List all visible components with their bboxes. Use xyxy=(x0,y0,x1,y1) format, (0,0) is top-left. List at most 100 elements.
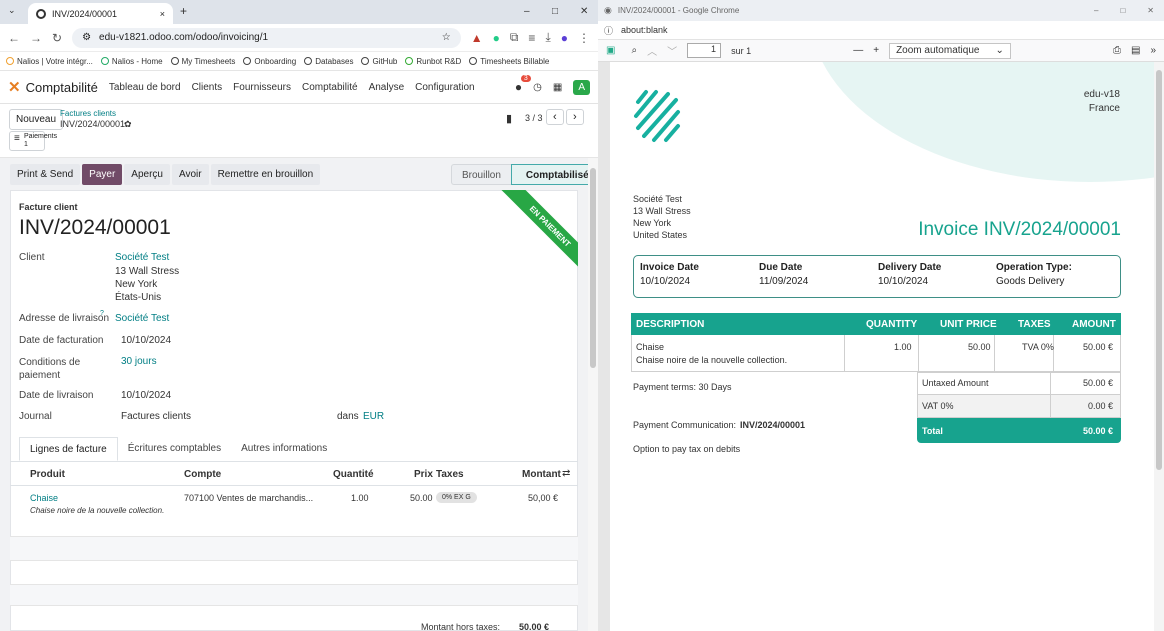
more-tools-icon[interactable]: » xyxy=(1150,45,1156,56)
bookmark-item[interactable]: Onboarding xyxy=(243,57,296,66)
pdf-scrollbar-thumb[interactable] xyxy=(1156,70,1162,470)
client-field[interactable]: Société Test xyxy=(115,252,169,263)
delivery-date-label: Date de livraison xyxy=(19,390,94,401)
help-tooltip-icon[interactable]: ? xyxy=(100,310,104,317)
menu-vendors[interactable]: Fournisseurs xyxy=(233,82,291,93)
attachment-icon[interactable]: ▮ xyxy=(506,112,512,125)
extension-icon-2[interactable]: ● xyxy=(493,31,500,45)
address-bar[interactable]: ⚙ edu-v1821.odoo.com/odoo/invoicing/1 ☆ xyxy=(72,27,461,48)
new-tab-button[interactable]: + xyxy=(180,4,187,18)
chrome-menu-icon[interactable]: ⋮ xyxy=(578,31,590,45)
tab-journal-items[interactable]: Écritures comptables xyxy=(118,437,231,461)
status-draft[interactable]: Brouillon xyxy=(451,164,511,185)
extension-icon[interactable]: ▲ xyxy=(471,31,483,45)
sidebar-toggle-icon[interactable]: ▣ xyxy=(606,45,615,56)
pdf-search-icon[interactable]: ⌕ xyxy=(631,45,637,56)
credit-note-button[interactable]: Avoir xyxy=(171,163,209,185)
col-amount[interactable]: Montant xyxy=(522,469,561,480)
record-settings-gear-icon[interactable]: ✿ xyxy=(124,119,132,130)
browser-tab[interactable]: INV/2024/00001 × xyxy=(28,3,173,24)
pager-next-button[interactable]: › xyxy=(566,109,584,125)
tab-search-icon[interactable]: ⌄ xyxy=(8,5,16,16)
bookmark-item[interactable]: My Timesheets xyxy=(170,57,235,66)
bookmark-item[interactable]: Nalios - Home xyxy=(100,57,163,66)
download-icon[interactable]: ⤓ xyxy=(545,30,550,45)
bookmark-item[interactable]: GitHub xyxy=(361,57,397,66)
menu-analysis[interactable]: Analyse xyxy=(369,82,405,93)
page-count: sur 1 xyxy=(731,45,752,56)
empty-row xyxy=(10,536,578,560)
payments-smart-button[interactable]: ≡ Paiements 1 xyxy=(9,131,57,151)
journal-field[interactable]: Factures clients xyxy=(121,411,191,422)
delivery-date-field[interactable]: 10/10/2024 xyxy=(121,390,171,401)
chat-icon[interactable]: ● 3 xyxy=(515,75,531,94)
maximize-button[interactable]: □ xyxy=(1120,6,1125,15)
minimize-button[interactable]: – xyxy=(1094,6,1098,15)
user-avatar[interactable]: A xyxy=(573,79,590,95)
minimize-button[interactable]: – xyxy=(524,6,530,17)
status-posted[interactable]: Comptabilisé xyxy=(510,164,598,185)
currency-field[interactable]: EUR xyxy=(363,411,384,422)
zoom-out-button[interactable]: — xyxy=(853,45,863,56)
column-settings-icon[interactable]: ⇄ xyxy=(562,468,570,479)
tab-list-icon[interactable]: ≡ xyxy=(528,31,535,45)
breadcrumb-parent[interactable]: Factures clients xyxy=(60,109,116,118)
odoo-browser-window: ⌄ INV/2024/00001 × + – □ ✕ ← → ↻ ⚙ edu-v… xyxy=(0,0,598,631)
col-price[interactable]: Prix xyxy=(414,469,433,480)
company-icon[interactable]: ▦ xyxy=(553,82,562,93)
tab-other-info[interactable]: Autres informations xyxy=(231,437,337,461)
forward-icon[interactable]: → xyxy=(30,31,42,45)
new-button[interactable]: Nouveau xyxy=(9,109,64,130)
bookmark-item[interactable]: Timesheets Billable xyxy=(469,57,549,66)
bookmark-item[interactable]: Databases xyxy=(304,57,353,66)
col-taxes[interactable]: Taxes xyxy=(436,469,464,480)
extensions-icon[interactable]: ⧉ xyxy=(510,30,519,45)
bookmark-icon xyxy=(405,57,414,65)
info-label: Operation Type: xyxy=(996,262,1072,273)
print-send-button[interactable]: Print & Send xyxy=(10,163,81,185)
invoice-type: Facture client xyxy=(19,202,78,212)
zoom-select[interactable]: Zoom automatique ⌄ xyxy=(889,42,1011,59)
menu-customers[interactable]: Clients xyxy=(192,82,223,93)
table-row[interactable]: Chaise Chaise noire de la nouvelle colle… xyxy=(10,486,578,536)
menu-dashboard[interactable]: Tableau de bord xyxy=(109,82,181,93)
print-icon[interactable]: ⎙ xyxy=(1113,45,1121,56)
reload-icon[interactable]: ↻ xyxy=(52,31,62,45)
close-window-button[interactable]: ✕ xyxy=(1147,6,1154,15)
profile-icon[interactable]: ● xyxy=(561,31,568,45)
col-account[interactable]: Compte xyxy=(184,469,221,480)
app-brand[interactable]: ✕ Comptabilité xyxy=(8,78,98,96)
reset-draft-button[interactable]: Remettre en brouillon xyxy=(210,163,321,185)
bookmark-item[interactable]: Runbot R&D xyxy=(405,57,461,66)
page-up-icon[interactable]: ︿ xyxy=(647,43,657,58)
menu-accounting[interactable]: Comptabilité xyxy=(302,82,358,93)
preview-button[interactable]: Aperçu xyxy=(124,163,170,185)
line-description: Chaise noire de la nouvelle collection. xyxy=(30,506,165,515)
delivery-address-field[interactable]: Société Test xyxy=(115,313,169,324)
menu-configuration[interactable]: Configuration xyxy=(415,82,474,93)
pay-button[interactable]: Payer xyxy=(82,163,123,185)
col-quantity[interactable]: Quantité xyxy=(333,469,374,480)
scrollbar-thumb[interactable] xyxy=(590,168,596,368)
payment-terms-field[interactable]: 30 jours xyxy=(121,356,157,367)
invoice-date-field[interactable]: 10/10/2024 xyxy=(121,335,171,346)
pager-previous-button[interactable]: ‹ xyxy=(546,109,564,125)
page-number-input[interactable]: 1 xyxy=(687,43,722,58)
total-value: 50.00 € xyxy=(1083,426,1114,436)
col-product[interactable]: Produit xyxy=(30,469,65,480)
maximize-button[interactable]: □ xyxy=(552,6,558,17)
save-icon[interactable]: ▤ xyxy=(1131,45,1140,56)
site-info-icon[interactable]: ⚙ xyxy=(82,32,91,43)
activity-clock-icon[interactable]: ◷ xyxy=(533,82,542,93)
bookmark-item[interactable]: Nalios | Votre intégr... xyxy=(6,57,93,66)
zoom-in-button[interactable]: + xyxy=(873,45,879,56)
bookmark-star-icon[interactable]: ☆ xyxy=(442,32,451,43)
pdf-toolbar: ▣ ⌕ ︿ ﹀ 1 sur 1 — + Zoom automatique ⌄ ⎙ … xyxy=(598,40,1164,62)
tab-close-icon[interactable]: × xyxy=(160,9,165,19)
line-product[interactable]: Chaise xyxy=(30,493,58,503)
back-icon[interactable]: ← xyxy=(8,31,20,45)
page-down-icon[interactable]: ﹀ xyxy=(667,43,677,58)
close-window-button[interactable]: ✕ xyxy=(580,6,588,17)
tab-invoice-lines[interactable]: Lignes de facture xyxy=(19,437,118,461)
address-bar[interactable]: ⓘ about:blank xyxy=(598,21,1164,40)
